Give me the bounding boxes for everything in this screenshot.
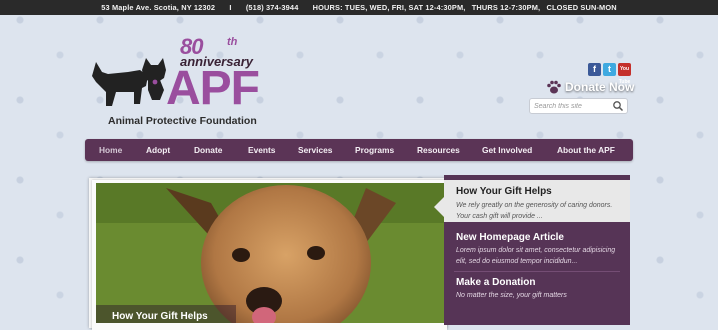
organization-name: Animal Protective Foundation xyxy=(108,115,257,127)
active-slide-pointer xyxy=(434,196,445,218)
nav-programs[interactable]: Programs xyxy=(355,145,394,155)
donate-now-link[interactable]: Donate Now xyxy=(546,78,634,96)
slider-item-gift-helps[interactable]: How Your Gift Helps We rely greatly on t… xyxy=(444,180,630,222)
slider-item-desc: Lorem ipsum dolor sit amet, consectetur … xyxy=(456,247,616,254)
slider-item-desc: We rely greatly on the generosity of car… xyxy=(456,202,613,209)
nav-home[interactable]: Home xyxy=(99,145,122,155)
hours-text: HOURS: TUES, WED, FRI, SAT 12-4:30PM, xyxy=(312,3,466,12)
logo-acronym: APF xyxy=(166,62,260,115)
slider-item-desc: Your cash gift will provide ... xyxy=(456,213,543,220)
nav-adopt[interactable]: Adopt xyxy=(146,145,170,155)
slider-item-desc: No matter the size, your gift matters xyxy=(456,292,567,299)
twitter-icon[interactable]: t xyxy=(603,63,616,76)
slider-caption-text: How Your Gift Helps xyxy=(112,311,208,322)
separator: I xyxy=(229,3,232,12)
closed-days-text: CLOSED SUN-MON xyxy=(546,3,617,12)
nav-services[interactable]: Services xyxy=(298,145,332,155)
paw-print-icon xyxy=(547,80,561,94)
slider-caption: How Your Gift Helps xyxy=(96,305,236,323)
facebook-icon[interactable]: f xyxy=(588,63,601,76)
dog-cat-logo-icon xyxy=(92,58,166,106)
youtube-icon[interactable]: You Tube xyxy=(618,63,631,85)
panel-divider xyxy=(454,271,620,272)
phone-text: (518) 374-3944 xyxy=(245,3,299,12)
slider-navigation-panel: How Your Gift Helps We rely greatly on t… xyxy=(444,175,630,325)
search-input[interactable] xyxy=(534,100,612,112)
slider-item-title: Make a Donation xyxy=(456,277,536,288)
donate-now-label: Donate Now xyxy=(565,80,635,94)
slider-item-homepage-article[interactable]: New Homepage Article Lorem ipsum dolor s… xyxy=(444,227,630,269)
nav-get-involved[interactable]: Get Involved xyxy=(482,145,532,155)
nav-resources[interactable]: Resources xyxy=(417,145,460,155)
main-navigation: Home Adopt Donate Events Services Progra… xyxy=(85,139,633,161)
thursday-hours-text: THURS 12-7:30PM, xyxy=(471,3,541,12)
search-icon[interactable] xyxy=(612,100,624,112)
top-info-bar: 53 Maple Ave. Scotia, NY 12302 I (518) 3… xyxy=(0,0,718,15)
slider-item-make-donation[interactable]: Make a Donation No matter the size, your… xyxy=(444,273,630,313)
anniversary-suffix: th xyxy=(227,36,238,48)
dog-photo-image xyxy=(96,183,444,323)
site-logo[interactable]: 80 th anniversary APF Animal Protective … xyxy=(88,34,260,134)
address-text: 53 Maple Ave. Scotia, NY 12302 xyxy=(101,3,216,12)
nav-donate[interactable]: Donate xyxy=(194,145,222,155)
slider-item-desc: elit, sed do eiusmod tempor incididun... xyxy=(456,258,578,265)
nav-events[interactable]: Events xyxy=(248,145,275,155)
site-search xyxy=(529,98,628,114)
nav-about[interactable]: About the APF xyxy=(557,145,615,155)
slider-item-title: How Your Gift Helps xyxy=(456,186,552,197)
slider-item-title: New Homepage Article xyxy=(456,232,564,243)
slider-photo[interactable]: How Your Gift Helps xyxy=(96,183,444,323)
